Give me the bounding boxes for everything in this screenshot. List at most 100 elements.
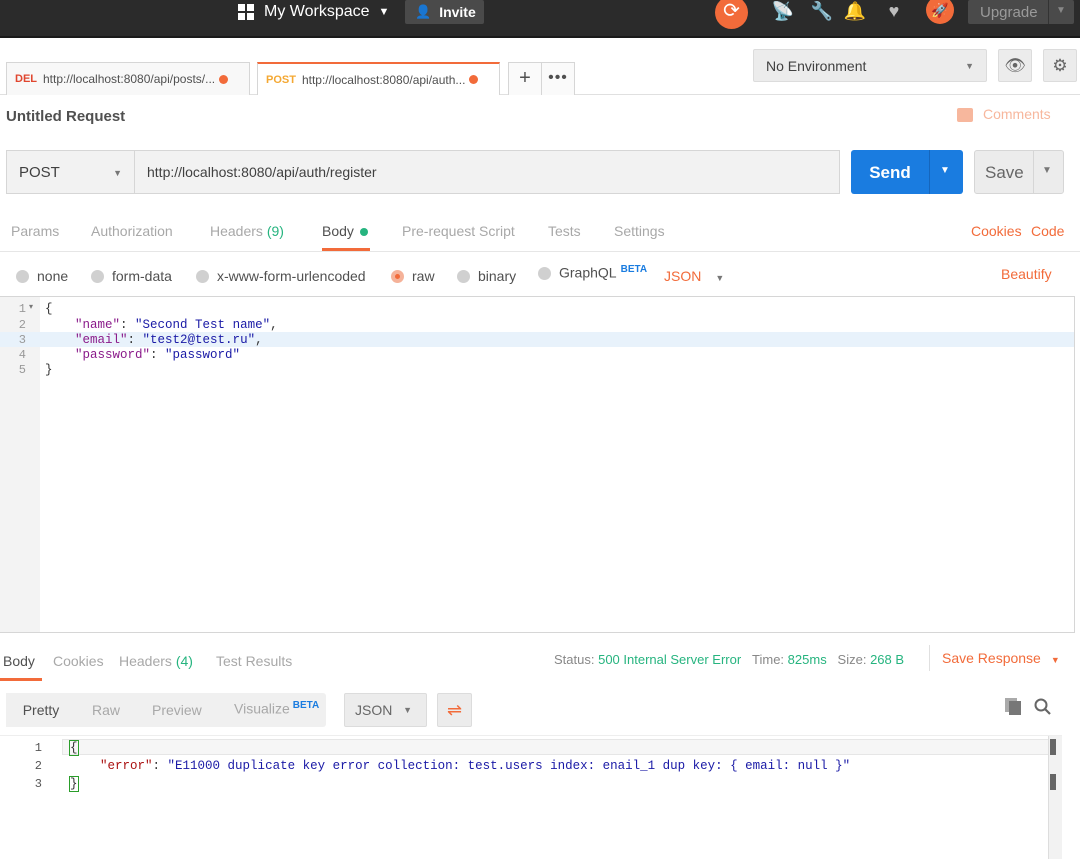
line-number: 1 <box>34 741 42 755</box>
url-input[interactable]: http://localhost:8080/api/auth/register <box>134 150 840 194</box>
view-visualize-button[interactable]: Visualize BETA <box>234 700 319 717</box>
size-value[interactable]: 268 B <box>870 652 904 667</box>
code-link[interactable]: Code <box>1031 223 1064 239</box>
send-divider <box>929 150 930 194</box>
brace: } <box>69 776 79 792</box>
scrollbar[interactable] <box>1048 736 1062 859</box>
request-tab-del[interactable]: DEL http://localhost:8080/api/posts/... <box>6 62 250 95</box>
radio-urlencoded[interactable]: x-www-form-urlencoded <box>196 268 366 284</box>
status-value[interactable]: 500 Internal Server Error <box>598 652 741 667</box>
fold-arrow-icon[interactable]: ▾ <box>29 302 33 311</box>
save-button[interactable]: Save ▼ <box>974 150 1064 194</box>
response-tab-body[interactable]: Body <box>3 653 35 669</box>
cookies-link[interactable]: Cookies <box>971 223 1022 239</box>
radio-circle-icon <box>16 270 29 283</box>
gear-icon[interactable]: ⚙ <box>1043 49 1077 82</box>
line-number: 3 <box>34 777 42 791</box>
tab-settings[interactable]: Settings <box>614 223 665 239</box>
radio-form-data[interactable]: form-data <box>91 268 172 284</box>
invite-label: Invite <box>439 4 476 20</box>
radio-selected-icon <box>391 270 404 283</box>
json-value: "E11000 duplicate key error collection: … <box>167 759 851 773</box>
environment-select[interactable]: No Environment ▼ <box>753 49 987 82</box>
heart-icon[interactable]: ♥ <box>882 0 906 24</box>
request-body-editor[interactable]: 1 ▾ 2 3 4 5 { "name": "Second Test name"… <box>0 296 1075 633</box>
comments-button[interactable]: Comments <box>957 106 1051 123</box>
view-raw-button[interactable]: Raw <box>92 702 120 718</box>
workspace-switcher[interactable]: My Workspace ▼ <box>238 0 389 24</box>
format-label: JSON <box>355 702 393 718</box>
tab-headers[interactable]: Headers (9) <box>210 223 284 239</box>
method-select[interactable]: POST ▼ <box>6 150 135 194</box>
chevron-down-icon[interactable]: ▼ <box>1042 165 1052 176</box>
chevron-down-icon: ▼ <box>965 61 974 71</box>
response-body-viewer[interactable]: 1 2 3 { "error": "E11000 duplicate key e… <box>0 735 1062 859</box>
satellite-icon[interactable]: 📡 <box>771 0 795 24</box>
radio-raw[interactable]: raw <box>391 268 435 284</box>
request-name[interactable]: Untitled Request <box>6 108 125 125</box>
json-key: "error" <box>100 759 153 773</box>
save-label: Save <box>985 163 1024 182</box>
upgrade-button[interactable]: Upgrade ▼ <box>968 0 1074 24</box>
rocket-icon[interactable]: 🚀 <box>926 0 954 24</box>
code-line: "name": "Second Test name", <box>75 318 278 332</box>
line-number: 1 <box>18 302 26 316</box>
body-format-select[interactable]: JSON ▼ <box>664 268 724 284</box>
chevron-down-icon[interactable]: ▼ <box>1056 5 1066 16</box>
invite-button[interactable]: 👤 Invite <box>405 0 484 24</box>
radio-graphql[interactable]: GraphQL BETA <box>538 264 647 281</box>
beta-badge: BETA <box>292 700 320 711</box>
radio-binary[interactable]: binary <box>457 268 516 284</box>
upgrade-divider <box>1048 0 1049 24</box>
radio-label: x-www-form-urlencoded <box>217 268 366 284</box>
brace: { <box>45 302 53 316</box>
tab-prerequest-script[interactable]: Pre-request Script <box>402 223 515 239</box>
unsaved-dot-icon <box>219 74 229 84</box>
radio-none[interactable]: none <box>16 268 68 284</box>
response-tab-test-results[interactable]: Test Results <box>216 653 292 669</box>
tab-authorization[interactable]: Authorization <box>91 223 173 239</box>
wrap-lines-icon[interactable]: ⇌ <box>437 693 472 727</box>
radio-circle-icon <box>538 266 551 280</box>
line-number: 2 <box>34 759 42 773</box>
tab-tests[interactable]: Tests <box>548 223 581 239</box>
search-icon[interactable] <box>1034 698 1052 716</box>
radio-label: form-data <box>112 268 172 284</box>
save-response-label: Save Response <box>942 650 1041 666</box>
response-tab-headers[interactable]: Headers (4) <box>119 653 193 669</box>
send-button[interactable]: Send ▼ <box>851 150 963 194</box>
tab-url: http://localhost:8080/api/auth... <box>301 72 466 87</box>
send-label: Send <box>869 163 911 182</box>
response-headers-count: (4) <box>175 653 193 669</box>
sync-icon[interactable]: ⟳ <box>715 0 748 29</box>
code-line: "password": "password" <box>75 348 241 362</box>
save-response-button[interactable]: Save Response ▼ <box>942 650 1060 666</box>
response-view-toggle: Pretty Raw Preview Visualize BETA <box>6 693 326 727</box>
response-meta: Status: 500 Internal Server Error Time: … <box>554 652 904 667</box>
beautify-button[interactable]: Beautify <box>1001 266 1052 282</box>
bell-icon[interactable]: 🔔 <box>843 0 867 24</box>
scroll-thumb[interactable] <box>1050 739 1056 755</box>
tab-headers-label: Headers <box>210 223 263 239</box>
chevron-down-icon[interactable]: ▼ <box>940 165 950 176</box>
copy-icon[interactable] <box>1005 698 1023 716</box>
view-pretty-button[interactable]: Pretty <box>6 693 76 727</box>
view-preview-button[interactable]: Preview <box>152 702 202 718</box>
active-tab-indicator <box>0 678 42 681</box>
chevron-down-icon: ▼ <box>1050 655 1060 665</box>
tab-body-label: Body <box>322 223 354 239</box>
size-label: Size: <box>837 652 867 667</box>
chevron-down-icon: ▼ <box>113 168 122 178</box>
tab-body[interactable]: Body <box>322 223 368 239</box>
radio-label: GraphQL <box>559 264 617 281</box>
eye-icon[interactable]: 👁 <box>998 49 1032 82</box>
more-tabs-icon[interactable]: ••• <box>541 62 575 95</box>
response-format-select[interactable]: JSON ▼ <box>344 693 427 727</box>
time-value[interactable]: 825ms <box>788 652 827 667</box>
new-tab-plus-icon[interactable]: + <box>508 62 542 95</box>
wrench-icon[interactable]: 🔧 <box>810 0 834 24</box>
tab-params[interactable]: Params <box>11 223 59 239</box>
request-tab-post[interactable]: POST http://localhost:8080/api/auth... <box>257 62 500 95</box>
scroll-thumb[interactable] <box>1050 774 1056 790</box>
response-tab-cookies[interactable]: Cookies <box>53 653 104 669</box>
